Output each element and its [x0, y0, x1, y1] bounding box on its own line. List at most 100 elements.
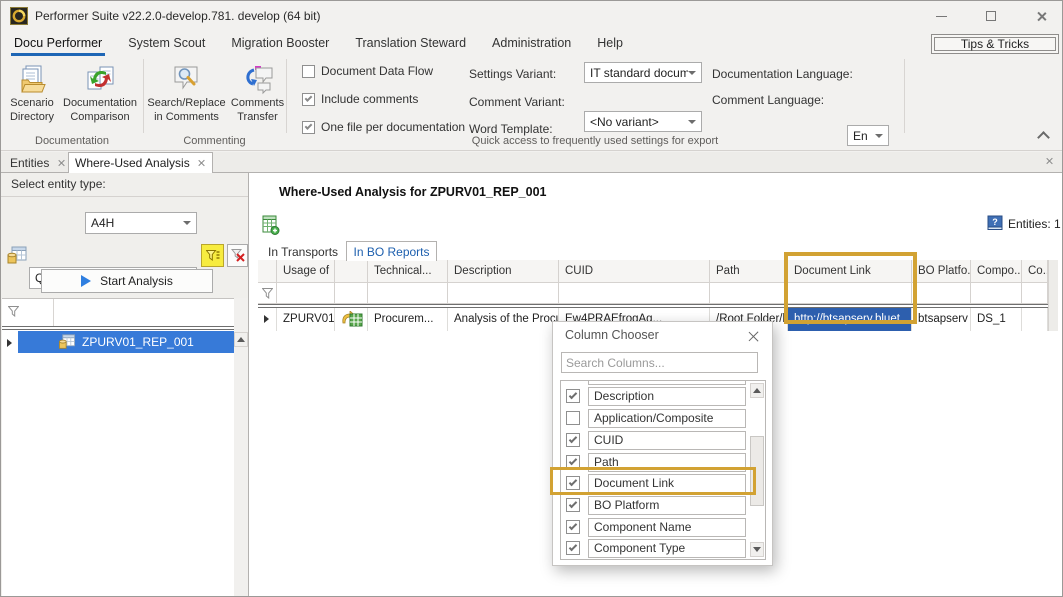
ribbon-tab-translation-steward[interactable]: Translation Steward — [342, 31, 479, 56]
check-icon — [569, 390, 577, 398]
scenario-directory-button[interactable]: Scenario Directory — [3, 59, 61, 133]
list-item-bo-platform[interactable]: BO Platform — [588, 496, 746, 515]
grid-header-path[interactable]: Path — [710, 260, 788, 283]
grid-filter-cell[interactable] — [448, 283, 559, 304]
checkbox-one-file-per-documentation[interactable]: One file per documentation — [302, 120, 465, 134]
close-tab-icon[interactable] — [57, 159, 65, 167]
row-expander-cell[interactable] — [258, 308, 277, 331]
list-scroll-up-button[interactable] — [750, 383, 764, 398]
tab-in-bo-reports[interactable]: In BO Reports — [346, 241, 437, 261]
comment-language-label: Comment Language: — [712, 93, 824, 107]
list-item-application-composite[interactable]: Application/Composite — [588, 409, 746, 428]
ribbon-group-separator — [286, 59, 287, 133]
settings-variant-label: Settings Variant: — [469, 67, 556, 81]
row-bo-platform-cell[interactable]: btsapserv — [912, 308, 971, 331]
triangle-right-icon — [264, 315, 269, 323]
search-columns-input[interactable] — [561, 352, 758, 373]
grid-filter-cell[interactable] — [559, 283, 710, 304]
list-item-component-type[interactable]: Component Type — [588, 539, 746, 558]
documentation-comparison-button[interactable]: Documentation Comparison — [59, 59, 141, 133]
tab-entities[interactable]: Entities — [4, 152, 71, 173]
grid-filter-cell[interactable] — [971, 283, 1022, 304]
tab-where-used-analysis[interactable]: Where-Used Analysis — [68, 152, 213, 173]
document-data-flow-checkbox[interactable] — [302, 65, 315, 78]
collapse-ribbon-button[interactable] — [1039, 133, 1048, 142]
row-component-name-cell[interactable]: DS_1 — [971, 308, 1022, 331]
checkbox-description[interactable] — [566, 389, 580, 403]
close-tab-icon[interactable] — [198, 159, 206, 167]
tab-in-transports[interactable]: In Transports — [262, 242, 344, 261]
close-document-button[interactable] — [1045, 157, 1053, 165]
grid-filter-cell[interactable] — [335, 283, 368, 304]
start-analysis-button[interactable]: Start Analysis — [41, 269, 213, 293]
checkbox-component-name[interactable] — [566, 520, 580, 534]
grid-header-component-type[interactable]: Co... — [1022, 260, 1048, 283]
tree-filter-row-icon — [8, 306, 19, 317]
check-icon — [569, 521, 577, 529]
maximize-button[interactable] — [971, 1, 1011, 31]
bo-report-icon — [341, 311, 363, 327]
grid-header-cuid[interactable]: CUID — [559, 260, 710, 283]
tips-and-tricks-button[interactable]: Tips & Tricks — [931, 34, 1059, 54]
document-link-item-highlight — [550, 467, 756, 495]
grid-filter-row-icon — [262, 288, 273, 299]
dialog-title: Column Chooser — [565, 328, 659, 342]
tree-row-expander[interactable] — [7, 339, 12, 347]
list-scroll-down-button[interactable] — [750, 542, 764, 557]
comments-transfer-label: Comments Transfer — [229, 97, 286, 125]
checkbox-include-comments[interactable]: Include comments — [302, 92, 418, 106]
grid-header-technical[interactable]: Technical... — [368, 260, 448, 283]
search-replace-comments-button[interactable]: Search/Replace in Comments — [144, 59, 229, 133]
include-comments-checkbox[interactable] — [302, 93, 315, 106]
list-item-description[interactable]: Description — [588, 387, 746, 406]
list-item-component-name[interactable]: Component Name — [588, 518, 746, 537]
title-bar: Performer Suite v22.2.0-develop.781. dev… — [1, 1, 1062, 31]
grid-header-description[interactable]: Description — [448, 260, 559, 283]
check-icon — [305, 94, 313, 102]
one-file-per-documentation-checkbox[interactable] — [302, 121, 315, 134]
ribbon-tab-system-scout[interactable]: System Scout — [115, 31, 218, 56]
grid-filter-cell[interactable] — [368, 283, 448, 304]
settings-variant-select[interactable]: IT standard document... — [584, 62, 702, 83]
comments-transfer-button[interactable]: Comments Transfer — [229, 59, 286, 133]
scroll-up-button[interactable] — [234, 332, 248, 347]
filter-button[interactable] — [201, 244, 224, 267]
export-to-excel-icon[interactable] — [260, 215, 280, 235]
ribbon-tab-migration-booster[interactable]: Migration Booster — [218, 31, 342, 56]
grid-filter-cell[interactable] — [258, 283, 277, 304]
checkbox-component-type[interactable] — [566, 541, 580, 555]
minimize-button[interactable] — [921, 1, 961, 31]
clear-filter-button[interactable] — [227, 244, 248, 267]
system-select[interactable]: A4H — [85, 212, 197, 234]
grid-header-bo-platform[interactable]: BO Platfo... — [912, 260, 971, 283]
list-item-cuid[interactable]: CUID — [588, 431, 746, 450]
checkbox-bo-platform[interactable] — [566, 498, 580, 512]
grid-filter-cell[interactable] — [912, 283, 971, 304]
ribbon-tab-docu-performer[interactable]: Docu Performer — [1, 31, 115, 56]
word-template-label: Word Template: — [469, 122, 553, 136]
grid-filter-cell[interactable] — [1022, 283, 1048, 304]
comment-variant-label: Comment Variant: — [469, 95, 565, 109]
row-component-type-cell[interactable] — [1022, 308, 1048, 331]
comment-variant-select[interactable]: <No variant> — [584, 111, 702, 132]
grid-filter-cell[interactable] — [277, 283, 335, 304]
tree-row-selected[interactable]: ZPURV01_REP_001 — [18, 331, 234, 353]
checkbox-application-composite[interactable] — [566, 411, 580, 425]
grid-header-component-name[interactable]: Compo... — [971, 260, 1022, 283]
close-button[interactable] — [1021, 1, 1061, 31]
grid-header-usage-of[interactable]: Usage of — [277, 260, 335, 283]
row-technical-cell[interactable]: Procurem... — [368, 308, 448, 331]
ribbon-tab-help[interactable]: Help — [584, 31, 636, 56]
grid-filter-cell[interactable] — [710, 283, 788, 304]
chevron-down-icon — [688, 71, 696, 75]
checkbox-cuid[interactable] — [566, 433, 580, 447]
document-data-flow-label: Document Data Flow — [321, 64, 433, 78]
ribbon-tab-administration[interactable]: Administration — [479, 31, 584, 56]
row-usage-of-cell[interactable]: ZPURV01... — [277, 308, 335, 331]
row-description-cell[interactable]: Analysis of the Procur... — [448, 308, 559, 331]
search-replace-comments-label: Search/Replace in Comments — [144, 97, 229, 125]
grid-scrollbar-gutter[interactable] — [1048, 260, 1058, 331]
dialog-close-icon[interactable] — [747, 330, 759, 342]
checkbox-document-data-flow[interactable]: Document Data Flow — [302, 64, 433, 78]
check-icon — [569, 499, 577, 507]
